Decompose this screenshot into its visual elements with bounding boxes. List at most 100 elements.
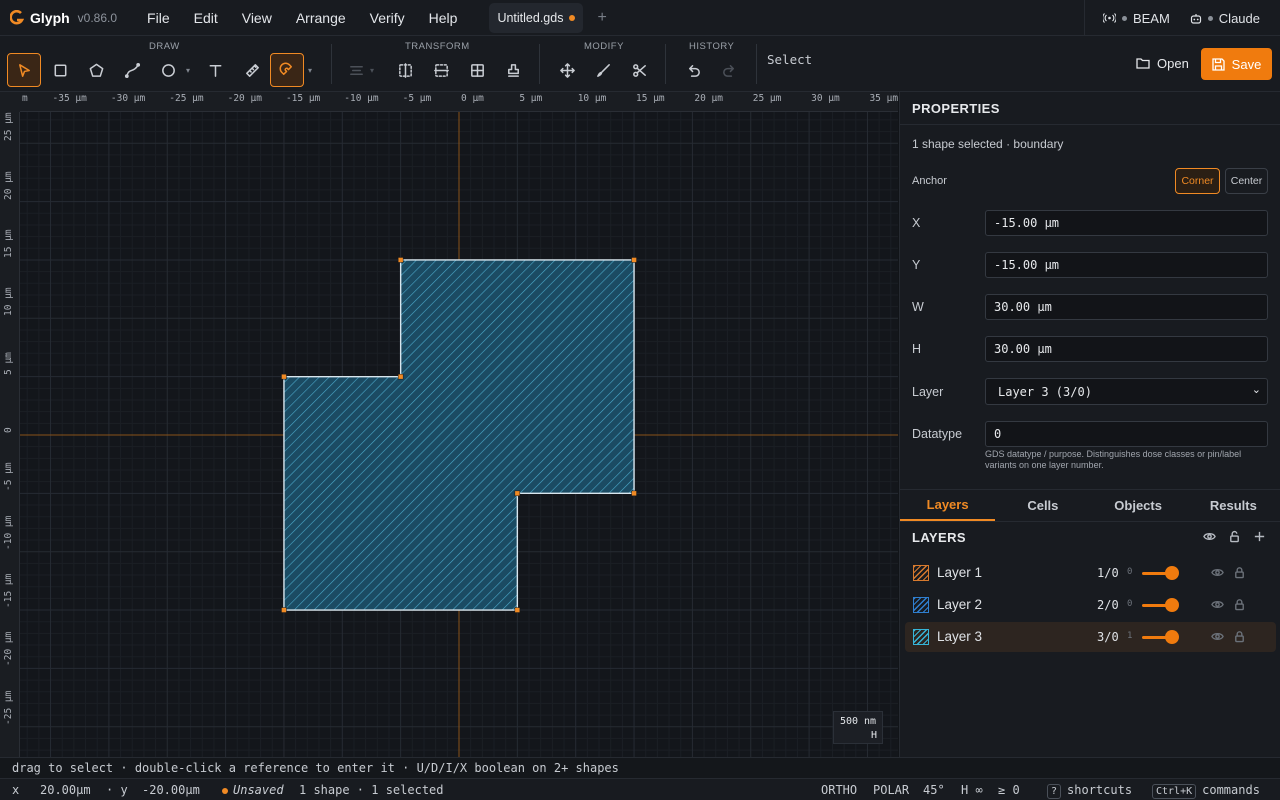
redo-button[interactable] xyxy=(712,53,746,87)
unlock-icon[interactable] xyxy=(1228,530,1241,543)
layers-title: LAYERS xyxy=(912,530,966,545)
ruler-left-label: 25 µm xyxy=(3,112,14,142)
undo-icon xyxy=(688,64,700,77)
vertex-handle[interactable] xyxy=(397,257,404,263)
toolbar-divider xyxy=(539,44,540,84)
layout-canvas[interactable]: m -35 µm -30 µm -25 µm -20 µm -15 µm -10 µm -5 … xyxy=(0,92,898,757)
shortcuts-button[interactable]: ? shortcuts xyxy=(1047,783,1132,799)
beam-label: BEAM xyxy=(1132,10,1170,26)
ruler-left-label: -15 µm xyxy=(3,573,14,609)
y-field[interactable]: -15.00 µm xyxy=(985,252,1268,278)
layer-row[interactable]: Layer 2 2/0 0 xyxy=(905,590,1276,620)
eye-icon[interactable] xyxy=(1211,566,1224,582)
path-tool[interactable] xyxy=(115,53,149,87)
glyph-logo-icon xyxy=(10,9,24,24)
cut-tool[interactable] xyxy=(622,53,656,87)
anchor-corner-button[interactable]: Corner xyxy=(1175,168,1220,194)
select-tool[interactable] xyxy=(7,53,41,87)
align-tool[interactable] xyxy=(339,53,373,87)
layer-select[interactable]: Layer 3 (3/0) ⌄ xyxy=(985,378,1268,405)
rectangle-tool[interactable] xyxy=(43,53,77,87)
vertex-handle[interactable] xyxy=(514,490,521,497)
layer-label: Layer xyxy=(912,385,944,399)
array-tool[interactable] xyxy=(460,53,494,87)
toolbar-divider xyxy=(756,44,757,84)
tab-cells[interactable]: Cells xyxy=(995,490,1090,521)
layer-number: 1/0 xyxy=(1097,566,1119,580)
menu-arrange[interactable]: Arrange xyxy=(290,6,352,30)
plus-icon[interactable] xyxy=(1253,530,1266,543)
folder-icon xyxy=(1136,58,1150,69)
app-logo: Glyph v0.86.0 xyxy=(10,9,117,26)
vertex-handle[interactable] xyxy=(281,373,287,380)
align-icon xyxy=(349,65,363,75)
polar-toggle[interactable]: POLAR xyxy=(873,783,909,797)
new-tab-button[interactable]: + xyxy=(597,9,606,27)
layer-row[interactable]: Layer 1 1/0 0 xyxy=(905,558,1276,588)
layer-tools xyxy=(1203,530,1266,543)
vertex-handle[interactable] xyxy=(631,257,637,263)
vertex-handle[interactable] xyxy=(397,373,404,380)
layer-name: Layer 2 xyxy=(937,597,983,612)
align-tool-dropdown[interactable]: ▾ xyxy=(370,66,374,75)
document-tab[interactable]: Untitled.gds xyxy=(489,2,584,33)
tab-results[interactable]: Results xyxy=(1186,490,1280,521)
move-tool[interactable] xyxy=(550,53,584,87)
toolbar: DRAW TRANSFORM MODIFY HISTORY ▾ ▾ ▾ xyxy=(0,36,1280,92)
datatype-field[interactable]: 0 xyxy=(985,421,1268,447)
ortho-toggle[interactable]: ORTHO xyxy=(821,783,857,797)
snap-tool-dropdown[interactable]: ▾ xyxy=(308,66,312,75)
vertex-handle[interactable] xyxy=(514,607,521,613)
canvas-drawing[interactable] xyxy=(0,92,898,757)
lock-icon[interactable] xyxy=(1233,566,1246,582)
menu-verify[interactable]: Verify xyxy=(364,6,411,30)
menu-edit[interactable]: Edit xyxy=(188,6,224,30)
save-button[interactable]: Save xyxy=(1201,48,1272,80)
circle-tool[interactable] xyxy=(151,53,185,87)
snap-tool[interactable] xyxy=(270,53,304,87)
beam-status[interactable]: BEAM xyxy=(1102,10,1170,26)
layer-swatch[interactable] xyxy=(913,597,929,613)
flip-horizontal-icon xyxy=(398,62,412,78)
eye-icon[interactable] xyxy=(1211,598,1224,614)
paint-tool[interactable] xyxy=(586,53,620,87)
menu-help[interactable]: Help xyxy=(423,6,464,30)
min-value: ≥ 0 xyxy=(998,783,1020,797)
anchor-center-button[interactable]: Center xyxy=(1225,168,1268,194)
menu-view[interactable]: View xyxy=(236,6,278,30)
eye-icon[interactable] xyxy=(1203,530,1216,543)
stamp-tool[interactable] xyxy=(496,53,530,87)
height-field[interactable]: 30.00 µm xyxy=(985,336,1268,362)
layer-opacity-knob[interactable] xyxy=(1165,598,1179,612)
selected-boundary-shape[interactable] xyxy=(283,259,635,611)
width-field[interactable]: 30.00 µm xyxy=(985,294,1268,320)
tab-layers[interactable]: Layers xyxy=(900,490,996,521)
layer-swatch[interactable] xyxy=(913,629,929,645)
text-tool[interactable] xyxy=(198,53,232,87)
commands-button[interactable]: Ctrl+K commands xyxy=(1152,783,1260,799)
ruler-tool[interactable] xyxy=(235,53,269,87)
menu-file[interactable]: File xyxy=(141,6,176,30)
ruler-top-label: -5 µm xyxy=(402,93,432,104)
lock-icon[interactable] xyxy=(1233,598,1246,614)
vertex-handle[interactable] xyxy=(281,607,287,613)
undo-button[interactable] xyxy=(676,53,710,87)
tab-objects[interactable]: Objects xyxy=(1091,490,1186,521)
eye-icon[interactable] xyxy=(1211,630,1224,646)
layer-swatch[interactable] xyxy=(913,565,929,581)
circle-tool-dropdown[interactable]: ▾ xyxy=(186,66,190,75)
polygon-tool[interactable] xyxy=(79,53,113,87)
flip-vertical-tool[interactable] xyxy=(424,53,458,87)
polar-angle[interactable]: 45° xyxy=(923,783,945,797)
chevron-down-icon: ⌄ xyxy=(1251,383,1261,396)
vertex-handle[interactable] xyxy=(631,490,637,497)
layer-opacity-knob[interactable] xyxy=(1165,566,1179,580)
cursor-icon xyxy=(18,63,30,77)
x-field[interactable]: -15.00 µm xyxy=(985,210,1268,236)
claude-status[interactable]: Claude xyxy=(1190,11,1260,26)
layer-row[interactable]: Layer 3 3/0 1 xyxy=(905,622,1276,652)
open-button[interactable]: Open xyxy=(1126,48,1199,78)
flip-horizontal-tool[interactable] xyxy=(388,53,422,87)
lock-icon[interactable] xyxy=(1233,630,1246,646)
layer-opacity-knob[interactable] xyxy=(1165,630,1179,644)
